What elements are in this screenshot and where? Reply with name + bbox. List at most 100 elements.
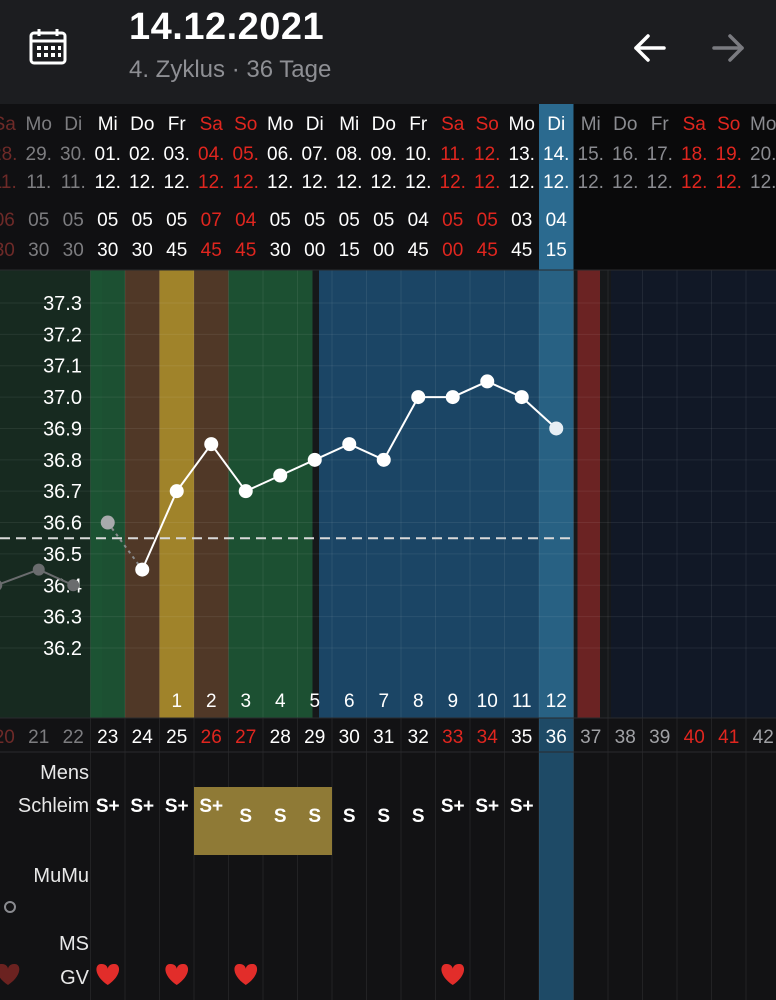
cycle-day-number[interactable]: 30 bbox=[339, 727, 360, 748]
cycle-day-number[interactable]: 39 bbox=[649, 727, 670, 748]
temperature-point[interactable] bbox=[376, 452, 391, 467]
phase-backgrounds bbox=[0, 104, 776, 1000]
temperature-point[interactable] bbox=[273, 468, 288, 483]
temperature-point[interactable] bbox=[411, 390, 426, 405]
weekday-label: Fr bbox=[651, 114, 670, 135]
measure-minute: 30 bbox=[28, 240, 49, 261]
cycle-day-number[interactable]: 34 bbox=[477, 727, 499, 748]
high-temp-count: 4 bbox=[275, 691, 286, 712]
cycle-day-number[interactable]: 23 bbox=[97, 727, 118, 748]
cycle-day-number[interactable]: 29 bbox=[304, 727, 325, 748]
temperature-point[interactable] bbox=[445, 390, 460, 405]
cycle-day-number[interactable]: 37 bbox=[580, 727, 601, 748]
cycle-chart[interactable]: Sa28.11.063020Mo29.11.053021Di30.11.0530… bbox=[0, 104, 776, 1000]
day-label: 12. bbox=[474, 144, 500, 165]
cycle-day-number[interactable]: 28 bbox=[270, 727, 291, 748]
measure-minute: 45 bbox=[201, 240, 222, 261]
schleim-value[interactable]: S+ bbox=[510, 796, 534, 817]
cycle-day-number[interactable]: 24 bbox=[132, 727, 154, 748]
cycle-day-number[interactable]: 33 bbox=[442, 727, 463, 748]
schleim-value[interactable]: S+ bbox=[96, 796, 120, 817]
month-label: 12. bbox=[198, 172, 224, 193]
cycle-day-number[interactable]: 35 bbox=[511, 727, 532, 748]
measure-minute: 45 bbox=[408, 240, 429, 261]
cycle-day-number[interactable]: 22 bbox=[63, 727, 84, 748]
measure-minute: 00 bbox=[373, 240, 394, 261]
day-label: 29. bbox=[26, 144, 52, 165]
month-label: 12. bbox=[612, 172, 638, 193]
calendar-icon[interactable] bbox=[28, 27, 68, 67]
cycle-day-number[interactable]: 26 bbox=[201, 727, 222, 748]
measure-hour: 05 bbox=[166, 210, 187, 231]
temperature-point[interactable] bbox=[549, 421, 564, 436]
measure-hour: 03 bbox=[511, 210, 532, 231]
arrow-right-icon[interactable] bbox=[706, 26, 750, 70]
temperature-point[interactable] bbox=[135, 562, 150, 577]
weekday-label: Di bbox=[547, 114, 565, 135]
cycle-day-number[interactable]: 25 bbox=[166, 727, 187, 748]
temperature-point[interactable] bbox=[169, 484, 184, 499]
measure-minute: 30 bbox=[97, 240, 118, 261]
month-label: 12. bbox=[405, 172, 431, 193]
measure-hour: 05 bbox=[28, 210, 49, 231]
temperature-point[interactable] bbox=[514, 390, 529, 405]
cycle-day-number[interactable]: 38 bbox=[615, 727, 636, 748]
schleim-value[interactable]: S bbox=[274, 806, 287, 827]
day-label: 13. bbox=[509, 144, 535, 165]
schleim-value[interactable]: S+ bbox=[130, 796, 154, 817]
phase-band-brown bbox=[125, 270, 160, 718]
arrow-left-icon[interactable] bbox=[628, 26, 672, 70]
y-tick-label: 36.2 bbox=[43, 638, 82, 660]
temperature-point[interactable] bbox=[100, 515, 115, 530]
measure-minute: 30 bbox=[0, 240, 15, 261]
month-label: 12. bbox=[647, 172, 673, 193]
high-temp-count: 9 bbox=[447, 691, 458, 712]
schleim-value[interactable]: S+ bbox=[475, 796, 499, 817]
weekday-label: So bbox=[234, 114, 257, 135]
weekday-label: Mo bbox=[267, 114, 293, 135]
cycle-day-number[interactable]: 27 bbox=[235, 727, 256, 748]
measure-hour: 05 bbox=[442, 210, 463, 231]
schleim-value[interactable]: S+ bbox=[199, 796, 223, 817]
temperature-point[interactable] bbox=[238, 484, 253, 499]
schleim-value[interactable]: S bbox=[343, 806, 356, 827]
temperature-point[interactable] bbox=[480, 374, 495, 389]
month-label: 12. bbox=[440, 172, 466, 193]
schleim-value[interactable]: S bbox=[308, 806, 321, 827]
y-tick-label: 37.3 bbox=[43, 293, 82, 315]
cycle-day-number[interactable]: 31 bbox=[373, 727, 394, 748]
weekday-label: Do bbox=[130, 114, 154, 135]
cycle-day-number[interactable]: 36 bbox=[546, 727, 567, 748]
measure-hour: 05 bbox=[132, 210, 153, 231]
temperature-point[interactable] bbox=[342, 437, 357, 452]
cycle-day-number[interactable]: 21 bbox=[28, 727, 49, 748]
day-label: 08. bbox=[336, 144, 362, 165]
weekday-label: Di bbox=[64, 114, 82, 135]
app-bar: 14.12.2021 4. Zyklus · 36 Tage bbox=[0, 0, 776, 104]
row-label-mens: Mens bbox=[40, 762, 89, 784]
day-label: 10. bbox=[405, 144, 431, 165]
month-label: 11. bbox=[0, 172, 17, 193]
schleim-value[interactable]: S bbox=[239, 806, 252, 827]
high-temp-count: 6 bbox=[344, 691, 355, 712]
cycle-day-number[interactable]: 32 bbox=[408, 727, 429, 748]
cycle-day-number[interactable]: 20 bbox=[0, 727, 15, 748]
phase-band-green bbox=[90, 270, 125, 718]
schleim-value[interactable]: S+ bbox=[441, 796, 465, 817]
today-column-band bbox=[539, 270, 574, 718]
previous-cycle-point bbox=[67, 579, 80, 592]
y-tick-label: 37.1 bbox=[43, 356, 82, 378]
temperature-point[interactable] bbox=[307, 452, 322, 467]
cycle-day-number[interactable]: 41 bbox=[718, 727, 739, 748]
temperature-point[interactable] bbox=[204, 437, 219, 452]
schleim-value[interactable]: S bbox=[377, 806, 390, 827]
month-label: 12. bbox=[95, 172, 121, 193]
cycle-day-number[interactable]: 40 bbox=[684, 727, 705, 748]
month-label: 11. bbox=[26, 172, 51, 193]
cycle-day-number[interactable]: 42 bbox=[753, 727, 774, 748]
high-temp-count: 10 bbox=[477, 691, 498, 712]
y-tick-label: 36.8 bbox=[43, 450, 82, 472]
schleim-value[interactable]: S bbox=[412, 806, 425, 827]
schleim-value[interactable]: S+ bbox=[165, 796, 189, 817]
measure-hour: 04 bbox=[408, 210, 430, 231]
